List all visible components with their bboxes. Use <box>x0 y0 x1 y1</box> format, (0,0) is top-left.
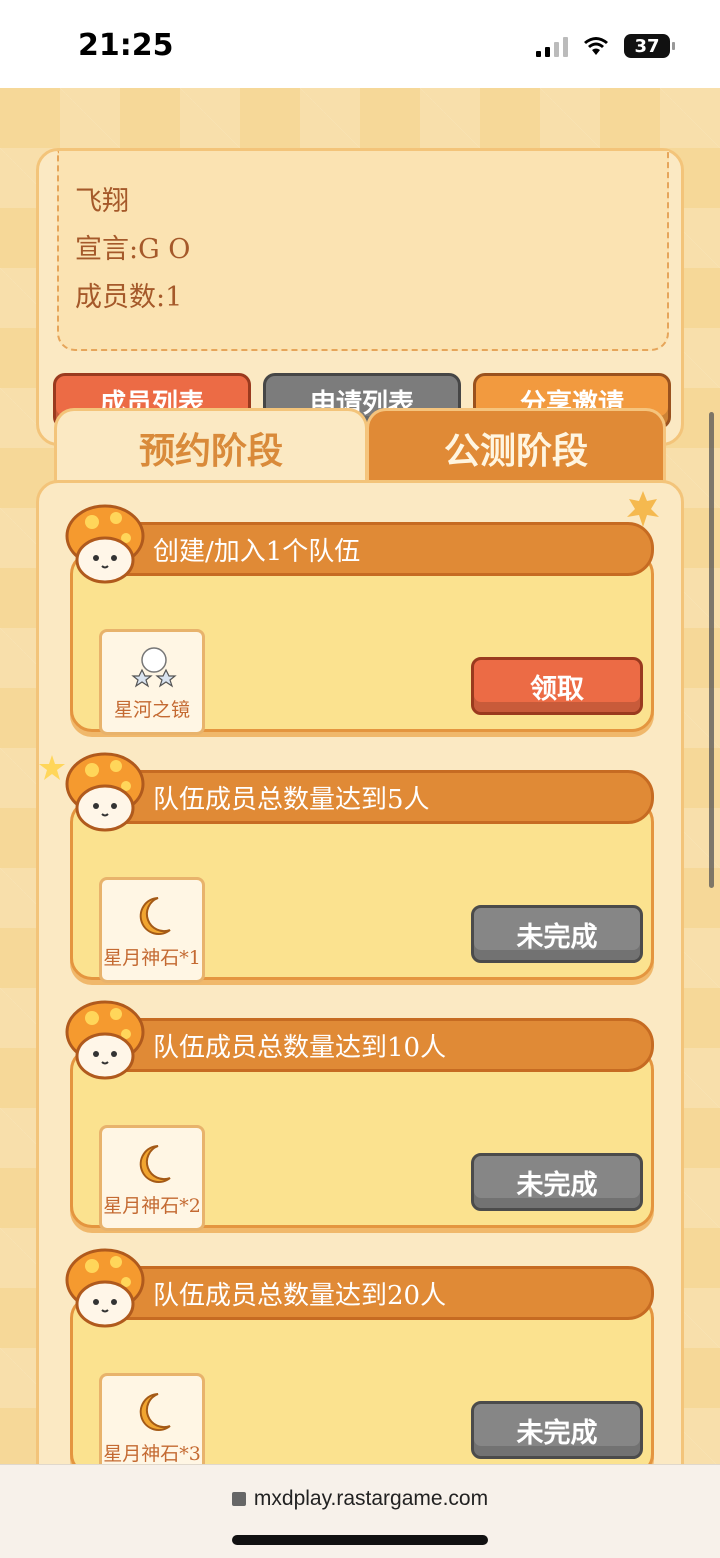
task-box: 星月神石*3 未完成 <box>70 1296 654 1479</box>
mushroom-mascot-icon <box>65 504 145 584</box>
incomplete-button[interactable]: 未完成 <box>471 1401 643 1459</box>
incomplete-button[interactable]: 未完成 <box>471 905 643 963</box>
task-box: 星河之镜 领取 <box>70 552 654 735</box>
cellular-signal-icon <box>536 35 568 57</box>
tab-open-beta-stage[interactable]: 公测阶段 <box>366 408 666 484</box>
task-item: 星月神石*2 未完成 队伍成员总数量达到10人 <box>65 1000 654 1231</box>
reward-slot: 星月神石*2 <box>99 1125 205 1231</box>
task-item: 星月神石*1 未完成 队伍成员总数量达到5人 <box>65 752 654 983</box>
task-box: 星月神石*1 未完成 <box>70 800 654 983</box>
reward-slot: 星月神石*1 <box>99 877 205 983</box>
lock-icon <box>231 1492 246 1506</box>
incomplete-button[interactable]: 未完成 <box>471 1153 643 1211</box>
glasses-icon <box>131 647 177 688</box>
moon-stone-icon <box>139 1393 171 1431</box>
claim-button[interactable]: 领取 <box>471 657 643 715</box>
page-background: 飞翔 宣言:G O 成员数:1 成员列表 申请列表 分享邀请 预约阶段 公测阶段… <box>0 88 720 1480</box>
task-item: 星月神石*3 未完成 队伍成员总数量达到20人 <box>65 1248 654 1479</box>
task-item: 星河之镜 领取 创建/加入1个队伍 <box>65 504 654 735</box>
reward-label: 星月神石*1 <box>103 947 201 969</box>
status-icons: 37 <box>536 34 675 58</box>
wifi-icon <box>584 37 608 55</box>
battery-icon: 37 <box>624 34 675 58</box>
moon-stone-icon <box>139 897 171 935</box>
tab-reservation-stage[interactable]: 预约阶段 <box>54 408 368 484</box>
reward-label: 星月神石*2 <box>103 1195 201 1217</box>
team-declaration: 宣言:G O <box>75 234 191 265</box>
url-bar[interactable]: mxdplay.rastargame.com <box>0 1487 720 1511</box>
task-title: 队伍成员总数量达到10人 <box>110 1018 654 1072</box>
task-title: 队伍成员总数量达到5人 <box>110 770 654 824</box>
team-member-count: 成员数:1 <box>75 282 183 313</box>
mushroom-mascot-icon <box>65 752 145 832</box>
browser-bottom-bar: mxdplay.rastargame.com <box>0 1464 720 1558</box>
url-text: mxdplay.rastargame.com <box>253 1487 489 1510</box>
team-info-card: 飞翔 宣言:G O 成员数:1 成员列表 申请列表 分享邀请 <box>36 148 684 446</box>
stage-tabs: 预约阶段 公测阶段 <box>54 408 666 484</box>
star-icon <box>39 755 65 780</box>
task-box: 星月神石*2 未完成 <box>70 1048 654 1231</box>
team-name: 飞翔 <box>75 186 129 217</box>
task-title: 创建/加入1个队伍 <box>110 522 654 576</box>
scrollbar[interactable] <box>709 412 714 888</box>
mushroom-mascot-icon <box>65 1000 145 1080</box>
reward-label: 星河之镜 <box>113 699 190 721</box>
home-indicator[interactable] <box>232 1535 488 1545</box>
task-title: 队伍成员总数量达到20人 <box>110 1266 654 1320</box>
mushroom-mascot-icon <box>65 1248 145 1328</box>
status-time: 21:25 <box>78 28 174 63</box>
moon-stone-icon <box>139 1145 171 1183</box>
reward-label: 星月神石*3 <box>103 1443 201 1465</box>
status-bar: 21:25 37 <box>0 0 720 88</box>
reward-slot: 星河之镜 <box>99 629 205 735</box>
